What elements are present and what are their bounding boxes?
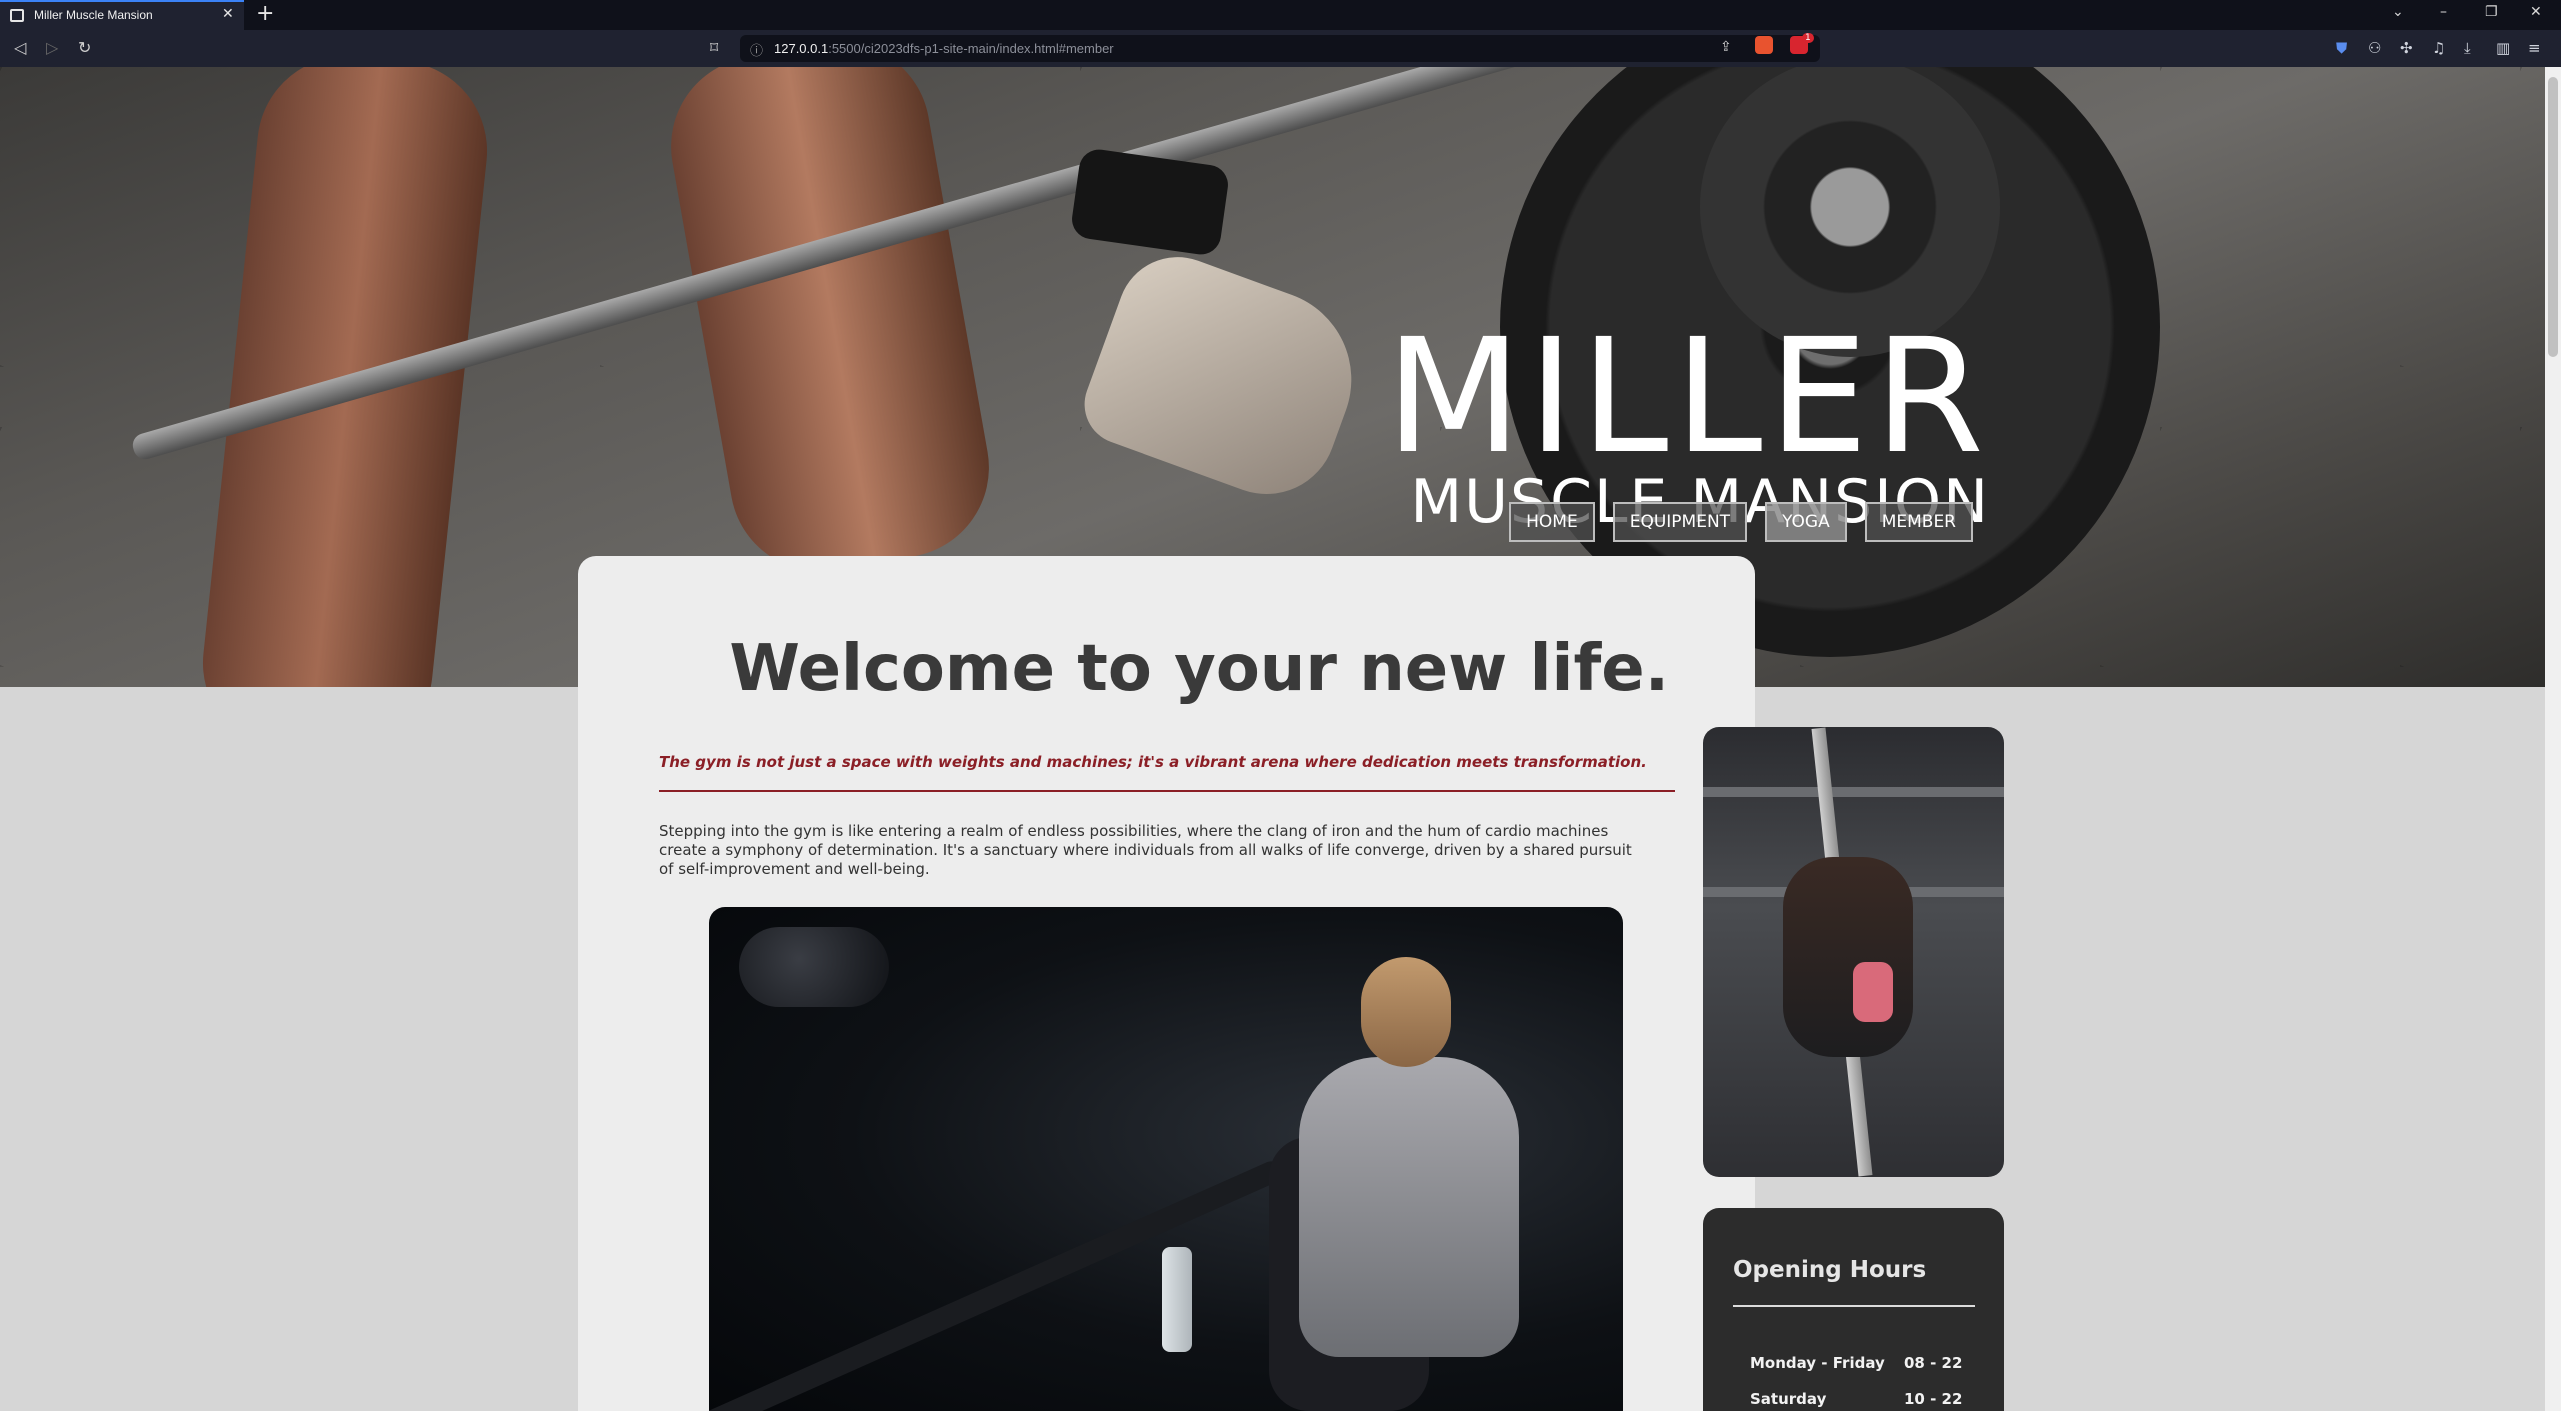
tab-list-chevron-icon[interactable]: ⌄ <box>2392 4 2404 20</box>
rope-climb-photo <box>1703 727 2004 1177</box>
url-path: :5500/ci2023dfs-p1-site-main/index.html#… <box>828 41 1114 56</box>
water-bottle-image <box>1162 1247 1192 1352</box>
opening-hours-title: Opening Hours <box>1733 1257 1927 1283</box>
quote-text: The gym is not just a space with weights… <box>659 753 1647 771</box>
address-bar[interactable]: ⓘ 127.0.0.1:5500/ci2023dfs-p1-site-main/… <box>740 35 1820 62</box>
menu-icon[interactable]: ≡ <box>2528 39 2541 57</box>
bitwarden-icon[interactable]: ⛊ <box>2336 39 2347 57</box>
quote-divider <box>659 790 1675 792</box>
hours-time: 08 - 22 <box>1904 1354 1963 1372</box>
climber-shoe-image <box>1853 962 1893 1022</box>
close-tab-icon[interactable]: ✕ <box>222 6 234 22</box>
nav-equipment[interactable]: EQUIPMENT <box>1612 502 1748 542</box>
minimize-window-icon[interactable]: – <box>2440 4 2447 20</box>
new-tab-icon[interactable]: + <box>256 1 274 26</box>
shield-badge: 1 <box>1802 33 1814 43</box>
gym-beam-image <box>1703 787 2004 797</box>
page-heading: Welcome to your new life. <box>729 632 1669 706</box>
media-icon[interactable]: ♫ <box>2432 39 2445 57</box>
main-content-card: Welcome to your new life. The gym is not… <box>578 556 1755 1411</box>
brand-title: MILLER <box>1385 305 1990 489</box>
punching-bags-image <box>739 927 889 1007</box>
site-favicon-icon <box>10 9 24 22</box>
url-text: 127.0.0.1:5500/ci2023dfs-p1-site-main/in… <box>774 41 1114 56</box>
climber-image <box>1783 857 1913 1057</box>
nav-home[interactable]: HOME <box>1509 502 1595 542</box>
url-host: 127.0.0.1 <box>774 41 829 56</box>
opening-hours-card: Opening Hours Monday - Friday 08 - 22 Sa… <box>1703 1208 2004 1411</box>
close-window-icon[interactable]: ✕ <box>2530 4 2542 20</box>
tab-title: Miller Muscle Mansion <box>34 8 153 22</box>
share-icon[interactable]: ⇪ <box>1720 39 1732 55</box>
browser-tab-bar: Miller Muscle Mansion ✕ + ⌄ – ❐ ✕ <box>0 0 2561 30</box>
battle-rope-image <box>709 1157 1286 1411</box>
browser-tab[interactable]: Miller Muscle Mansion ✕ <box>0 0 244 30</box>
puzzle-extensions-icon[interactable]: ✣ <box>2400 39 2413 57</box>
hours-day: Saturday <box>1750 1390 1827 1408</box>
downloads-icon[interactable]: ⤓ <box>2464 39 2471 57</box>
athlete-torso-image <box>1299 1057 1519 1357</box>
hours-time: 10 - 22 <box>1904 1390 1963 1408</box>
site-info-icon[interactable]: ⓘ <box>750 40 763 59</box>
nav-member[interactable]: MEMBER <box>1864 502 1973 542</box>
restore-window-icon[interactable]: ❐ <box>2485 4 2498 20</box>
main-nav: HOME EQUIPMENT YOGA MEMBER <box>1509 502 1973 542</box>
reload-icon[interactable]: ↻ <box>78 38 91 57</box>
hours-day: Monday - Friday <box>1750 1354 1885 1372</box>
scrollbar-thumb[interactable] <box>2548 77 2558 357</box>
hours-divider <box>1733 1305 1975 1307</box>
nav-yoga[interactable]: YOGA <box>1765 502 1847 542</box>
back-icon[interactable]: ◁ <box>14 38 26 57</box>
athlete-tying-shoe-photo <box>709 907 1623 1411</box>
forward-icon[interactable]: ▷ <box>46 38 58 57</box>
bookmark-icon[interactable]: ⌑ <box>710 38 718 57</box>
intro-paragraph: Stepping into the gym is like entering a… <box>659 822 1632 878</box>
athlete-head-image <box>1361 957 1451 1067</box>
brave-shield-icon[interactable] <box>1755 36 1773 54</box>
sidebar-icon[interactable]: ▥ <box>2496 39 2510 57</box>
browser-toolbar: ◁ ▷ ↻ ⌑ ⓘ 127.0.0.1:5500/ci2023dfs-p1-si… <box>0 30 2561 67</box>
page-scrollbar[interactable] <box>2545 67 2561 1411</box>
extension-icon[interactable]: ⚇ <box>2368 39 2381 57</box>
